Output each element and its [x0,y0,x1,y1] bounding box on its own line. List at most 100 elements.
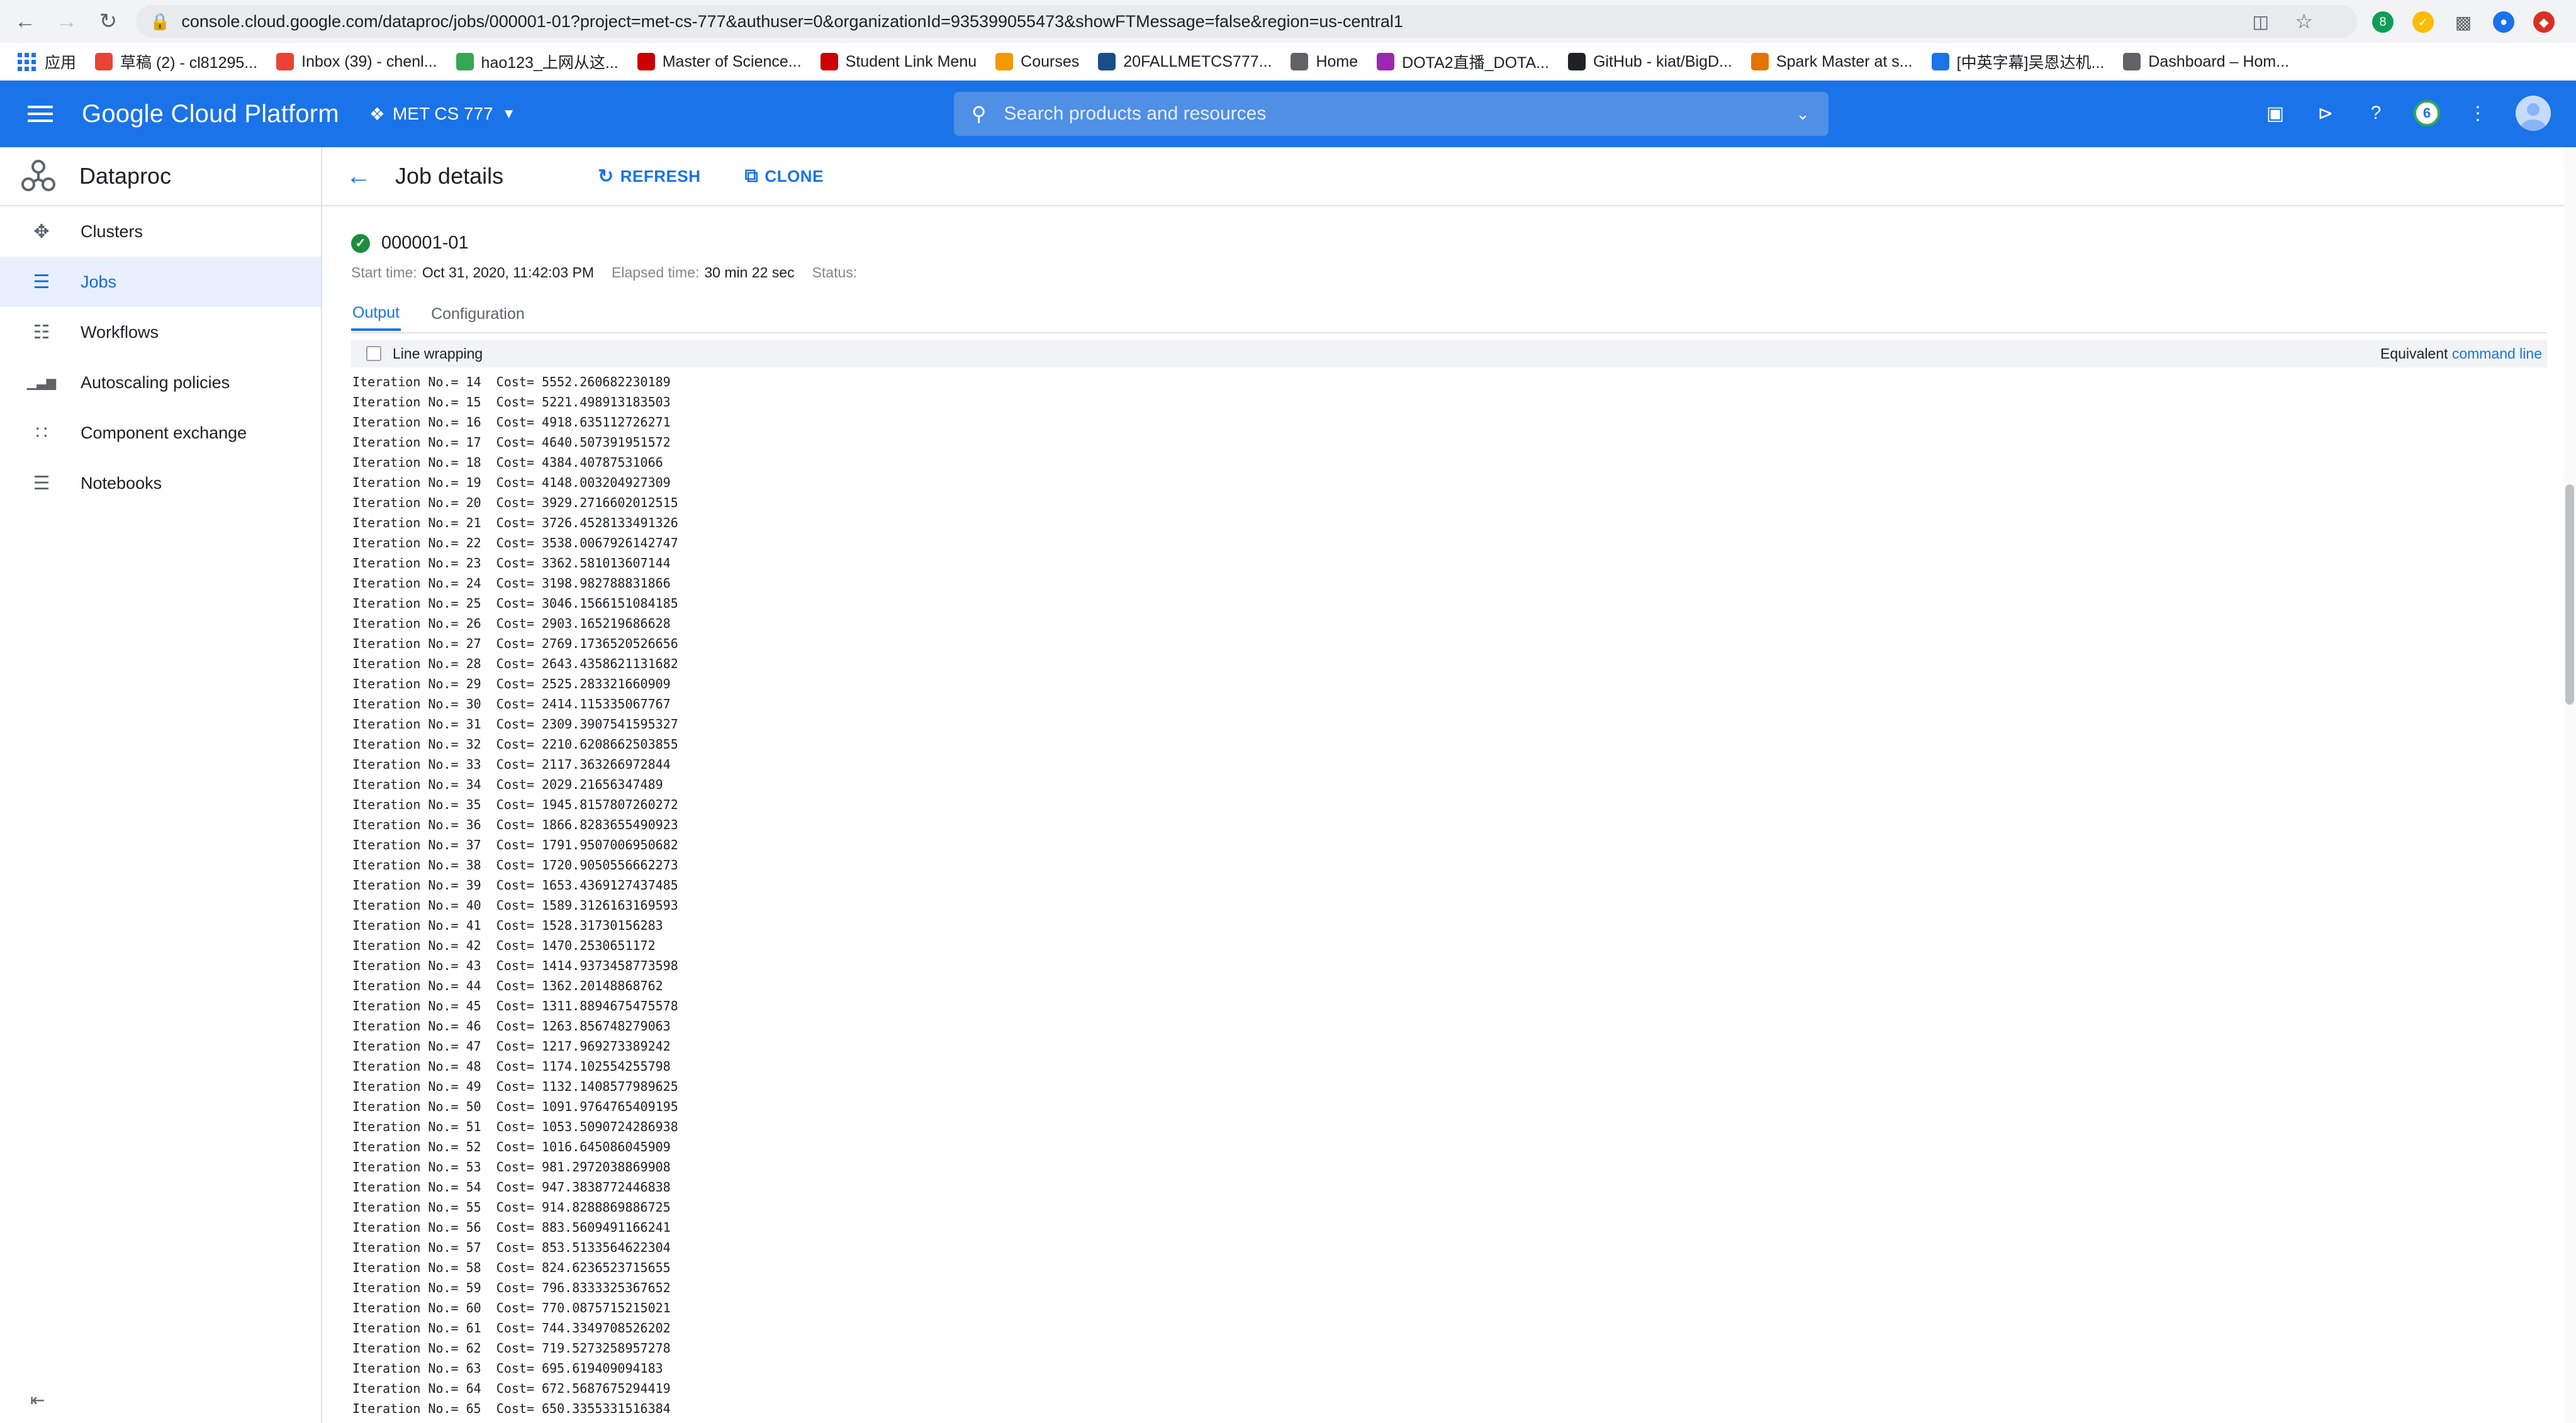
back-arrow-icon[interactable]: ← [9,5,42,38]
bookmark-label: Student Link Menu [845,52,977,70]
log-line: Iteration No.= 14 Cost= 5552.26068223018… [352,374,671,389]
search-input[interactable] [1002,103,1761,125]
bookmark-label: Courses [1021,52,1080,70]
bookmark-label: hao123_上网从这... [481,54,619,72]
sidebar-item-clusters[interactable]: ✥ Clusters [0,206,321,257]
line-wrapping-checkbox[interactable] [366,346,381,361]
gcp-header: Google Cloud Platform ❖ MET CS 777 ▼ ⚲ ⌄… [0,81,2576,147]
tab-output[interactable]: Output [351,297,401,331]
elapsed-time-value: 30 min 22 sec [704,264,795,281]
job-meta: Start time: Oct 31, 2020, 11:42:03 PM El… [351,264,857,281]
log-line: Iteration No.= 50 Cost= 1091.97647654091… [352,1099,678,1114]
log-line: Iteration No.= 56 Cost= 883.560949116624… [352,1220,671,1235]
left-nav: Dataproc ✥ Clusters ☰ Jobs ☷ Workflows ▁▃▆ Auto… [0,147,322,1423]
account-avatar[interactable] [2516,96,2551,131]
sidebar-item-component-exchange[interactable]: ∷ Component exchange [0,408,321,458]
status-label: Status: [812,264,858,281]
chevron-down-icon[interactable]: ⌄ [1796,104,1810,124]
gcp-logo-title[interactable]: Google Cloud Platform [82,100,339,128]
bookmark-label: DOTA2直播_DOTA... [1402,54,1549,72]
bookmark-item[interactable]: Spark Master at s... [1750,53,1913,71]
product-title: Dataproc [79,163,172,189]
sidebar-item-jobs[interactable]: ☰ Jobs [0,257,321,307]
sidebar-item-label: Jobs [81,272,117,291]
sidebar-item-autoscaling-policies[interactable]: ▁▃▆ Autoscaling policies [0,357,321,408]
log-line: Iteration No.= 59 Cost= 796.833332536765… [352,1280,671,1295]
bookmark-favicon-icon [1291,53,1309,70]
bookmark-favicon-icon [995,53,1014,70]
success-check-icon: ✓ [351,233,370,253]
reload-icon[interactable]: ↻ [92,5,125,38]
page-toolbar: ← Job details ↻ REFRESH ⧉ CLONE [322,147,2576,206]
refresh-button[interactable]: ↻ REFRESH [598,165,700,187]
bookmark-item[interactable]: Master of Science... [637,53,802,71]
extension-icon[interactable]: 8 [2372,11,2394,33]
log-line: Iteration No.= 64 Cost= 672.568767529441… [352,1381,671,1396]
apps-grid-icon [18,52,36,71]
bookmark-item[interactable]: 20FALLMETCS777... [1098,53,1272,71]
log-line: Iteration No.= 15 Cost= 5221.49891318350… [352,394,671,410]
bookmark-item[interactable]: 草稿 (2) - cl81295... [95,50,257,73]
apps-shortcut[interactable]: 应用 [18,50,76,73]
help-icon[interactable]: ? [2363,101,2388,126]
job-output-log[interactable]: Iteration No.= 14 Cost= 5552.26068223018… [352,372,2542,1422]
log-line: Iteration No.= 16 Cost= 4918.63511272627… [352,415,671,430]
bookmarks-bar: 应用 草稿 (2) - cl81295... Inbox (39) - chenl.… [0,43,2576,81]
bookmark-favicon-icon [2123,53,2141,70]
bookmark-item[interactable]: Dashboard – Hom... [2123,53,2289,71]
extension-icon[interactable]: ◆ [2533,11,2555,33]
sidebar-item-label: Workflows [81,322,159,342]
log-line: Iteration No.= 44 Cost= 1362.20148868762 [352,978,663,993]
sidebar-item-workflows[interactable]: ☷ Workflows [0,307,321,357]
equivalent-command: Equivalent command line [2380,345,2542,362]
translate-icon[interactable]: ◫ [2253,11,2269,32]
tab-configuration[interactable]: Configuration [430,297,526,331]
log-line: Iteration No.= 42 Cost= 1470.2530651172 [352,938,656,953]
project-selector[interactable]: ❖ MET CS 777 ▼ [369,104,516,125]
notifications-badge[interactable]: 6 [2414,100,2440,126]
clone-button[interactable]: ⧉ CLONE [745,165,824,187]
bookmark-item[interactable]: DOTA2直播_DOTA... [1377,50,1549,73]
jobs-list-icon: ☰ [33,271,50,293]
log-line: Iteration No.= 29 Cost= 2525.28332166090… [352,676,671,691]
bookmark-item[interactable]: Home [1291,53,1358,71]
log-line: Iteration No.= 18 Cost= 4384.40787531066 [352,455,663,470]
scrollbar-track[interactable] [2563,147,2576,1423]
scrollbar-thumb[interactable] [2565,484,2574,705]
address-bar[interactable]: 🔒 console.cloud.google.com/dataproc/jobs… [136,5,2357,38]
gift-icon[interactable]: ▣ [2263,101,2288,126]
sidebar-item-notebooks[interactable]: ☰ Notebooks [0,458,321,508]
log-line: Iteration No.= 51 Cost= 1053.50907242869… [352,1119,678,1134]
log-line: Iteration No.= 48 Cost= 1174.10255425579… [352,1059,671,1074]
log-line: Iteration No.= 46 Cost= 1263.85674827906… [352,1018,671,1034]
log-line: Iteration No.= 25 Cost= 3046.15661510841… [352,596,678,611]
log-line: Iteration No.= 65 Cost= 650.335533151638… [352,1401,671,1416]
hamburger-menu-icon[interactable] [28,106,53,122]
more-vert-icon[interactable]: ⋮ [2465,101,2490,126]
collapse-nav-icon[interactable]: ⇤ [30,1390,45,1410]
log-line: Iteration No.= 53 Cost= 981.297203886990… [352,1159,671,1175]
bookmark-label: Home [1316,52,1358,70]
bookmark-item[interactable]: GitHub - kiat/BigD... [1567,53,1732,71]
bookmark-item[interactable]: Student Link Menu [820,53,977,71]
sidebar-item-label: Notebooks [81,473,162,493]
log-line: Iteration No.= 47 Cost= 1217.96927338924… [352,1039,671,1054]
forward-arrow-icon[interactable]: → [50,5,83,38]
search-bar[interactable]: ⚲ ⌄ [954,92,1828,136]
cloud-shell-icon[interactable]: ⊳ [2313,101,2338,126]
puzzle-icon[interactable]: ▩ [2453,11,2474,33]
sidebar-item-label: Component exchange [81,423,247,442]
extension-icon[interactable]: ✓ [2412,11,2434,33]
profile-icon[interactable]: ● [2493,11,2514,33]
bookmark-item[interactable]: [中英字幕]吴恩达机... [1931,50,2104,73]
log-line: Iteration No.= 43 Cost= 1414.93734587735… [352,958,678,973]
bookmark-item[interactable]: Courses [995,53,1079,71]
back-button[interactable]: ← [346,162,371,191]
bookmark-item[interactable]: hao123_上网从这... [456,50,619,73]
log-line: Iteration No.= 41 Cost= 1528.31730156283 [352,918,663,933]
bookmark-favicon-icon [276,53,294,70]
command-line-link[interactable]: command line [2452,345,2542,362]
bookmark-item[interactable]: Inbox (39) - chenl... [276,53,437,71]
bookmark-star-icon[interactable]: ☆ [2295,9,2313,33]
url-text[interactable]: console.cloud.google.com/dataproc/jobs/0… [181,12,1403,31]
